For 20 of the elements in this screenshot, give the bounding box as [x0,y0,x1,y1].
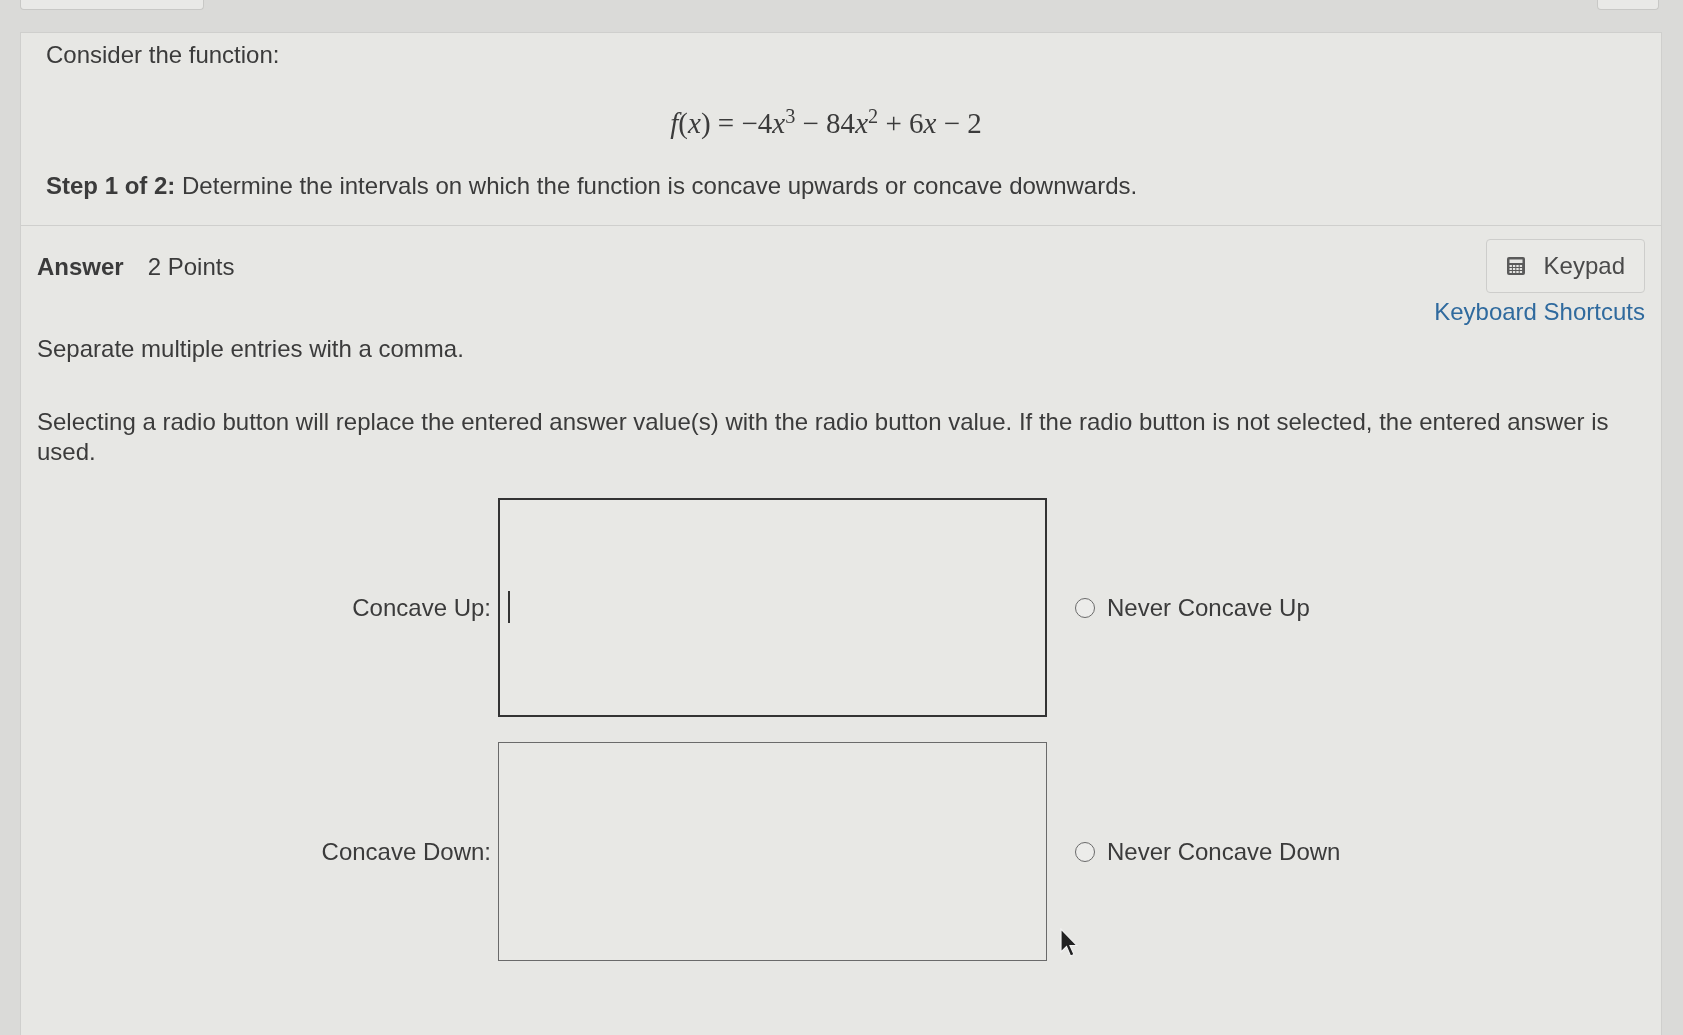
answer-input-field[interactable] [498,742,1047,961]
calculator-icon [1505,256,1526,276]
intro-text: Consider the function: [46,40,281,70]
radio-label[interactable]: Never Concave Down [1107,833,1341,870]
instruction-text: Selecting a radio button will replace the entered answer value(s) with the radio button value. If the radio button is not selected, the entered answer is used. [37,407,1610,467]
formula: f(x) = −4x$^{3}$ − 84x$^{2}$ + 6x − 2 [670,107,982,139]
step-instruction: Step 1 of 2: Determine the intervals on which the function is concave upwards or concave downwards. [46,171,1139,201]
radio-label[interactable]: Never Concave Up [1107,589,1310,626]
radio-button[interactable] [1075,841,1095,862]
field-label: Concave Down: [321,836,491,867]
mouse-pointer-icon [1060,928,1078,958]
points-label: 2 Points [147,252,235,282]
instruction-text: Separate multiple entries with a comma. [37,334,465,364]
answer-input-field[interactable] [498,498,1047,717]
keypad-button[interactable]: Keypad [1485,239,1645,293]
answer-title: Answer [37,252,124,282]
text-caret [508,591,510,623]
radio-button[interactable] [1075,597,1095,618]
keyboard-shortcuts-link[interactable]: Keyboard Shortcuts [1434,297,1645,327]
field-label: Concave Up: [352,592,491,623]
